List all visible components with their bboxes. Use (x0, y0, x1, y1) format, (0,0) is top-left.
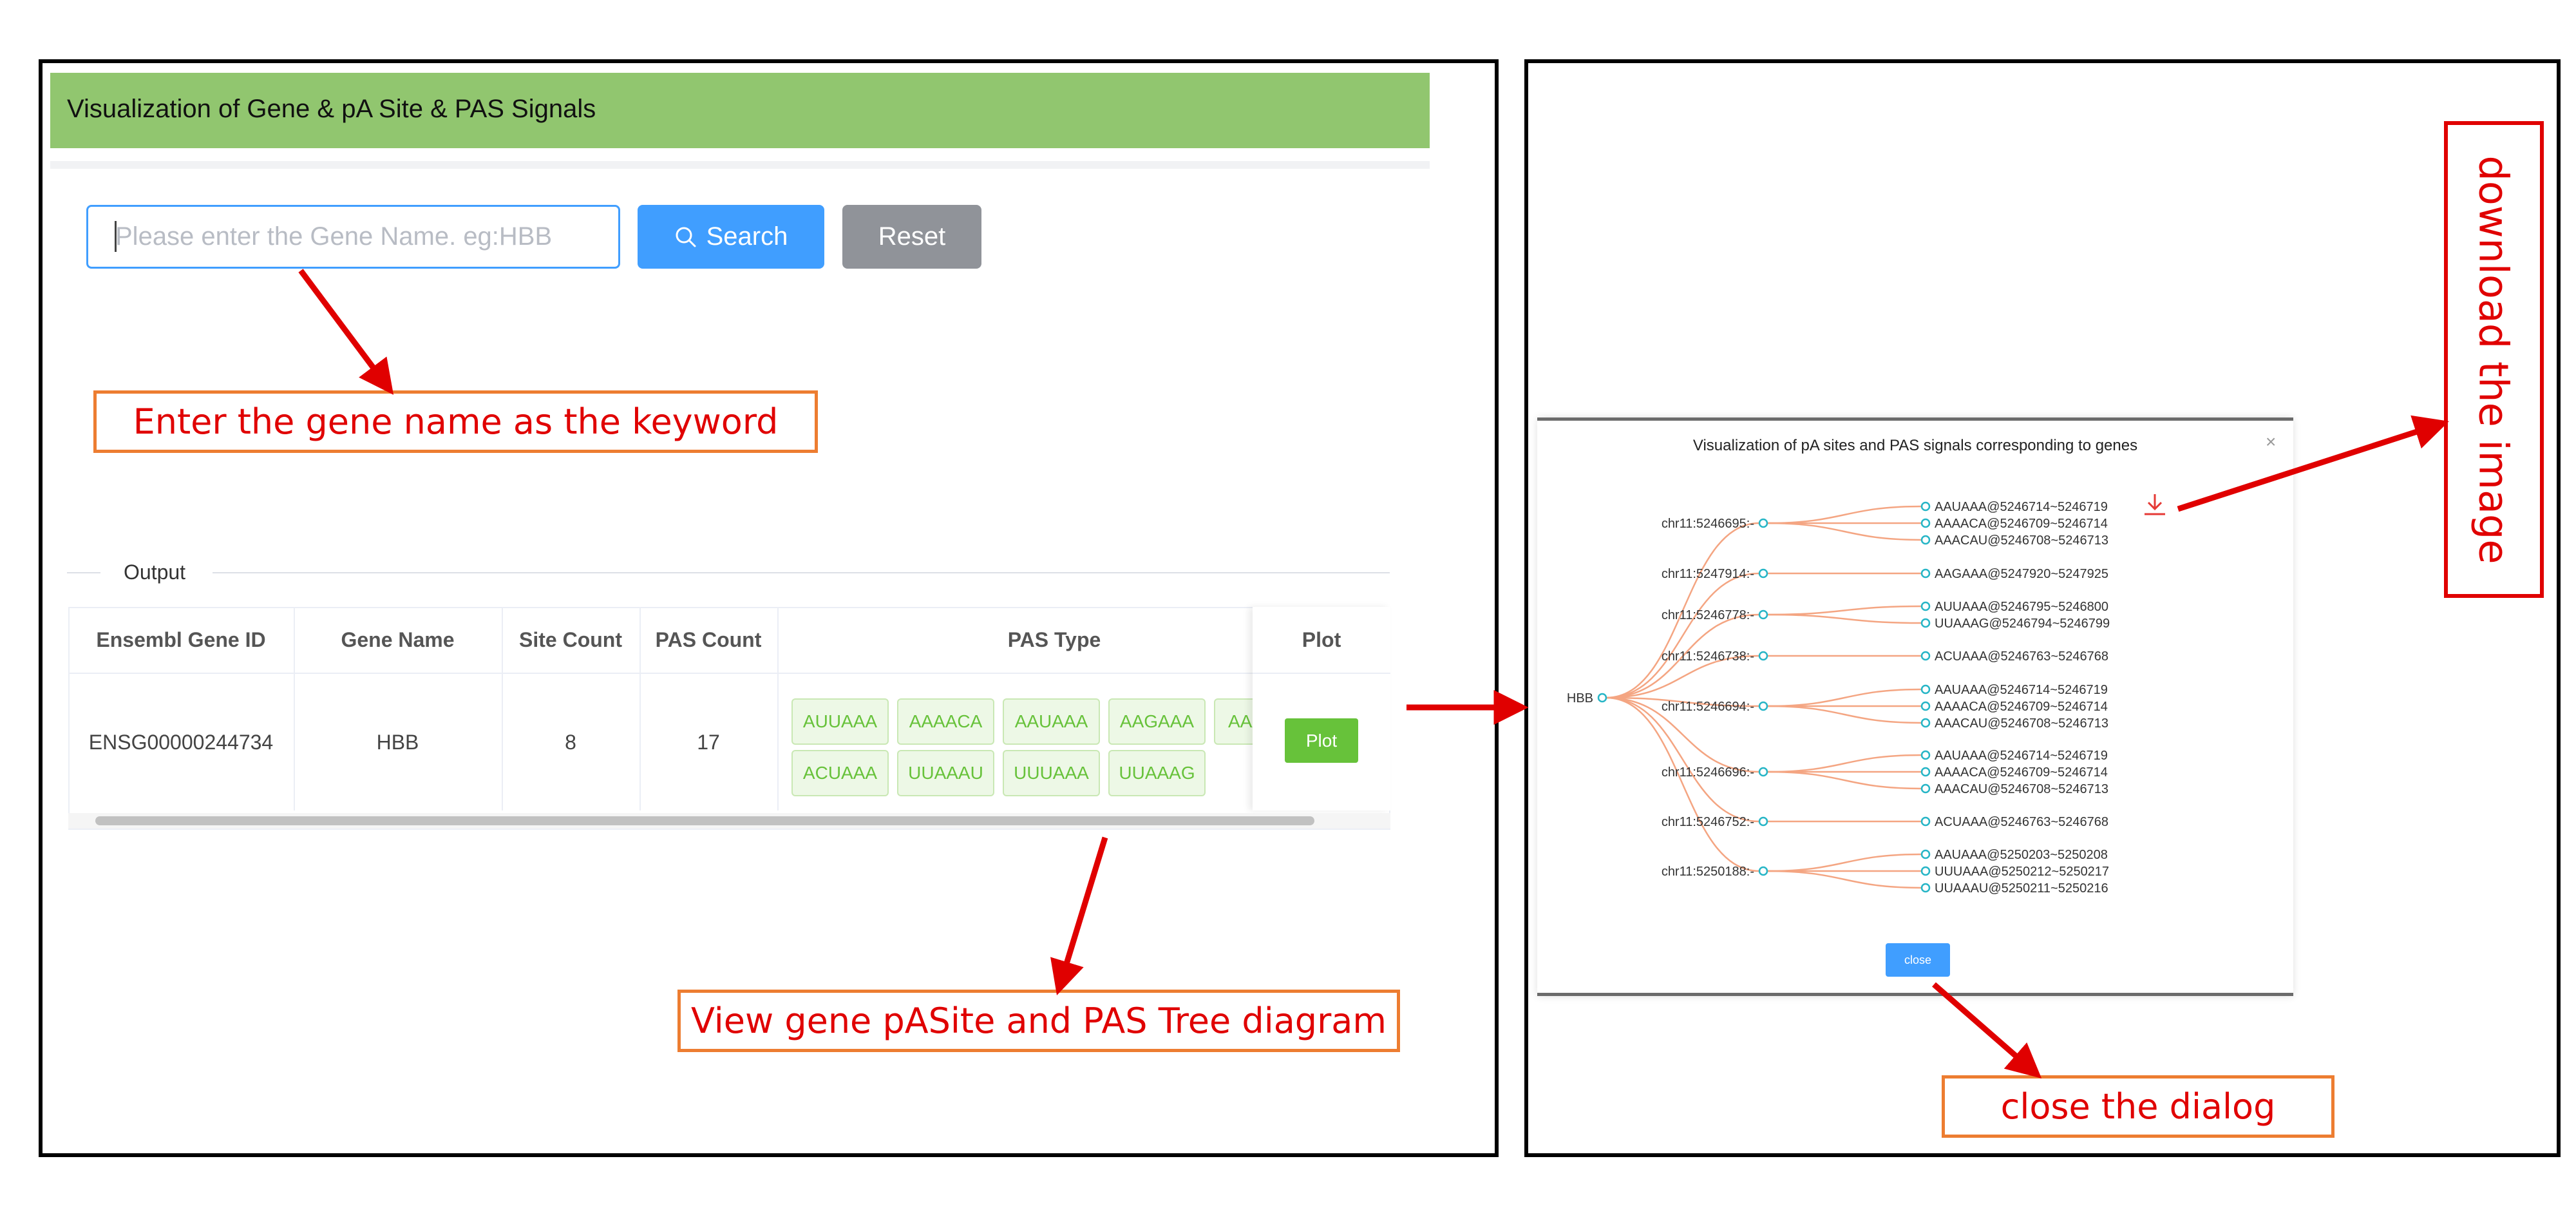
gene-search-input[interactable]: Please enter the Gene Name. eg:HBB (86, 205, 620, 269)
dialog-title: Visualization of pA sites and PAS signal… (1692, 437, 2138, 454)
header-pas-type: PAS Type (1007, 628, 1101, 651)
pas-tag: UUAAAU (897, 750, 994, 796)
page-title: Visualization of Gene & pA Site & PAS Si… (67, 95, 596, 123)
callout-download-text: download the image (2470, 155, 2518, 564)
dialog-close-x[interactable]: × (2266, 432, 2276, 452)
output-divider-left (67, 572, 100, 573)
pas-tag: AAAACA (897, 698, 994, 745)
search-icon (676, 227, 696, 247)
pas-tag: AAUAAA (1003, 698, 1100, 745)
callout-search: Enter the gene name as the keyword (93, 390, 818, 453)
pas-type-tags: AUUAAA AAAACA AAUAAA AAGAAA AAA ACUAAA U… (777, 674, 1253, 810)
search-button-label: Search (706, 222, 788, 251)
reset-button[interactable]: Reset (842, 205, 981, 269)
table-scrollbar[interactable] (95, 816, 1314, 825)
header-plot: Plot (1302, 628, 1341, 651)
header-pas-count: PAS Count (655, 628, 762, 651)
download-icon[interactable] (2142, 492, 2168, 518)
header-site-count: Site Count (519, 628, 622, 651)
search-button[interactable]: Search (638, 205, 824, 269)
plot-dialog (1537, 417, 2293, 996)
output-divider-right (213, 572, 1390, 573)
callout-tree: View gene pASite and PAS Tree diagram (677, 990, 1400, 1052)
pas-tag: AAGAAA (1108, 698, 1206, 745)
header-divider (50, 161, 1430, 169)
cell-pas-count: 17 (697, 730, 720, 754)
plot-button[interactable]: Plot (1285, 718, 1358, 763)
callout-close: close the dialog (1942, 1075, 2334, 1138)
plot-header-border (1253, 673, 1390, 674)
pas-tag: ACUAAA (791, 750, 889, 796)
callout-download: download the image (2444, 121, 2544, 598)
pas-tag: UUAAAG (1108, 750, 1206, 796)
input-caret (115, 221, 117, 252)
output-label: Output (124, 561, 186, 584)
pas-tag: UUUAAA (1003, 750, 1100, 796)
cell-gene-name: HBB (376, 730, 419, 754)
dialog-close-button[interactable]: close (1886, 943, 1950, 977)
cell-gene-id: ENSG00000244734 (88, 730, 274, 754)
pas-tag: AUUAAA (791, 698, 889, 745)
header-gene-name: Gene Name (341, 628, 455, 651)
header-ensembl-gene-id: Ensembl Gene ID (96, 628, 266, 651)
cell-site-count: 8 (565, 730, 576, 754)
pas-tag: AAA (1214, 698, 1253, 745)
